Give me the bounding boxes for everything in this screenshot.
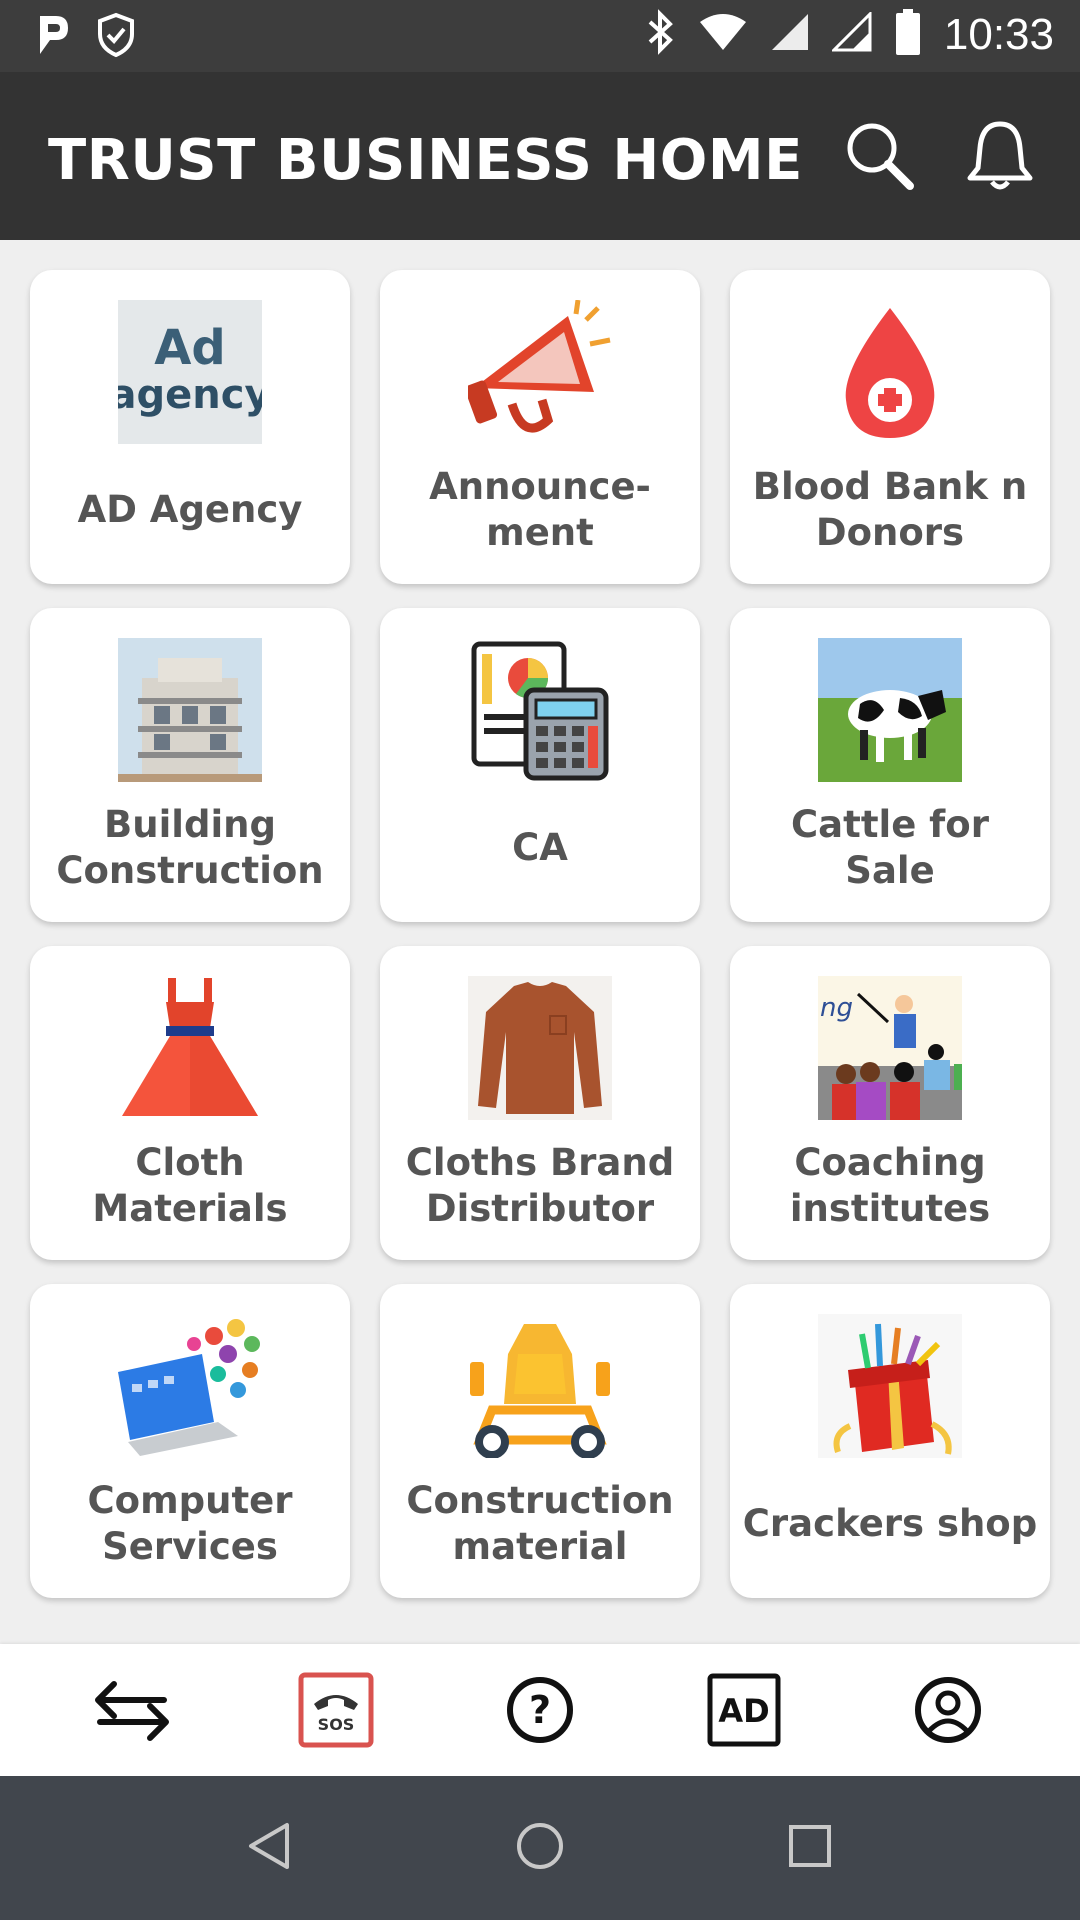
category-label: Coaching institutes	[789, 1141, 991, 1230]
nav-account-button[interactable]	[908, 1672, 988, 1752]
swap-arrows-icon	[92, 1670, 172, 1755]
status-clock: 10:33	[943, 9, 1054, 59]
category-label: AD Agency	[77, 488, 303, 531]
svg-text:agency: agency	[118, 372, 262, 418]
laptop-apps-image	[118, 1314, 262, 1458]
app-bar: TRUST BUSINESS HOME	[0, 72, 1080, 240]
svg-text:AD: AD	[718, 1692, 769, 1730]
notifications-button[interactable]	[960, 116, 1040, 196]
category-card-crackers-shop[interactable]: Crackers shop	[730, 1284, 1050, 1598]
ad-agency-image: Ad agency	[118, 300, 262, 444]
megaphone-icon	[468, 300, 612, 444]
search-icon	[840, 123, 920, 200]
blood-drop-icon	[818, 300, 962, 444]
svg-text:SOS: SOS	[318, 1715, 355, 1734]
nav-help-button[interactable]: ?	[500, 1672, 580, 1752]
category-label: Construction material	[406, 1479, 674, 1568]
sweater-image	[468, 976, 612, 1120]
category-label: Announce- ment	[429, 465, 651, 554]
back-triangle-icon	[245, 1821, 295, 1876]
category-label: Blood Bank n Donors	[752, 465, 1028, 554]
category-card-blood-bank[interactable]: Blood Bank n Donors	[730, 270, 1050, 584]
bottom-navigation: SOS ? AD	[0, 1644, 1080, 1776]
cement-mixer-icon	[468, 1314, 612, 1458]
category-card-cattle[interactable]: Cattle for Sale	[730, 608, 1050, 922]
battery-icon	[894, 8, 922, 61]
building-image	[118, 638, 262, 782]
category-label: Crackers shop	[742, 1502, 1038, 1545]
p-app-icon	[36, 12, 72, 63]
category-label: Cattle for Sale	[791, 803, 989, 892]
bell-icon	[960, 121, 1040, 200]
system-home-button[interactable]	[508, 1816, 572, 1880]
page-title: TRUST BUSINESS HOME	[48, 128, 803, 193]
category-label: Computer Services	[87, 1479, 293, 1568]
nav-swap-button[interactable]	[92, 1672, 172, 1752]
classroom-image: ng	[818, 976, 962, 1120]
status-bar: 10:33	[0, 0, 1080, 72]
category-card-cloths-brand[interactable]: Cloths Brand Distributor	[380, 946, 700, 1260]
category-card-construction-material[interactable]: Construction material	[380, 1284, 700, 1598]
category-card-announcement[interactable]: Announce- ment	[380, 270, 700, 584]
nav-sos-button[interactable]: SOS	[296, 1672, 376, 1752]
firecrackers-image	[818, 1314, 962, 1458]
ad-icon: AD	[707, 1673, 781, 1752]
system-navigation-bar	[0, 1776, 1080, 1920]
category-label: CA	[512, 826, 568, 869]
category-card-cloth-materials[interactable]: Cloth Materials	[30, 946, 350, 1260]
cow-image	[818, 638, 962, 782]
system-recents-button[interactable]	[778, 1816, 842, 1880]
signal-icon	[770, 12, 810, 57]
category-label: Building Construction	[56, 803, 324, 892]
bluetooth-icon	[644, 8, 676, 61]
svg-text:?: ?	[529, 1688, 551, 1732]
shield-check-icon	[96, 12, 136, 63]
help-icon: ?	[505, 1675, 575, 1750]
sos-phone-icon: SOS	[298, 1672, 374, 1753]
category-card-coaching[interactable]: ng Coaching institutes	[730, 946, 1050, 1260]
dress-icon	[118, 976, 262, 1120]
category-card-building-construction[interactable]: Building Construction	[30, 608, 350, 922]
category-label: Cloths Brand Distributor	[405, 1141, 675, 1230]
category-grid: Ad agency AD Agency Announce- ment Blood …	[30, 270, 1050, 1598]
category-card-ca[interactable]: CA	[380, 608, 700, 922]
category-label: Cloth Materials	[92, 1141, 288, 1230]
svg-text:ng: ng	[820, 993, 853, 1023]
signal-icon	[830, 10, 872, 57]
account-icon	[913, 1675, 983, 1750]
category-card-computer-services[interactable]: Computer Services	[30, 1284, 350, 1598]
svg-text:Ad: Ad	[154, 320, 226, 376]
home-circle-icon	[514, 1820, 566, 1877]
search-button[interactable]	[840, 116, 920, 196]
wifi-icon	[698, 12, 748, 57]
system-back-button[interactable]	[238, 1816, 302, 1880]
recents-square-icon	[786, 1822, 834, 1875]
calculator-report-icon	[468, 638, 612, 782]
category-card-ad-agency[interactable]: Ad agency AD Agency	[30, 270, 350, 584]
nav-ad-button[interactable]: AD	[704, 1672, 784, 1752]
